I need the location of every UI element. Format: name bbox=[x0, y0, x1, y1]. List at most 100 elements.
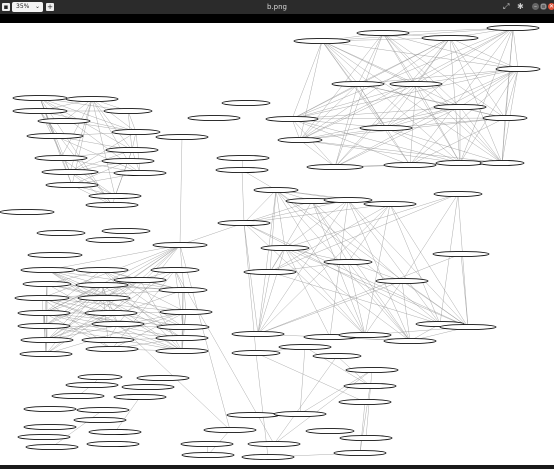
graph-edge bbox=[321, 40, 503, 164]
graph-node bbox=[155, 334, 209, 342]
graph-edge bbox=[255, 352, 366, 403]
graph-node bbox=[363, 200, 417, 208]
graph-node bbox=[17, 433, 71, 441]
zoom-select[interactable]: 35% ⌄ bbox=[12, 2, 43, 12]
network-graph-image bbox=[0, 24, 541, 461]
graph-node bbox=[85, 236, 135, 244]
graph-node bbox=[150, 266, 200, 274]
graph-node bbox=[113, 276, 167, 284]
graph-node bbox=[121, 383, 175, 391]
graph-edge bbox=[357, 32, 384, 85]
graph-edge bbox=[299, 139, 336, 168]
graph-edge bbox=[311, 200, 411, 342]
graph-edge bbox=[43, 284, 103, 327]
graph-edge bbox=[304, 346, 371, 387]
graph-node bbox=[51, 392, 105, 400]
graph-node bbox=[338, 331, 392, 339]
graph-edge bbox=[311, 200, 403, 282]
image-menu-icon[interactable]: ▪ bbox=[2, 3, 10, 11]
graph-node bbox=[273, 410, 327, 418]
graph-edge bbox=[347, 203, 391, 263]
graph-edge bbox=[257, 271, 271, 335]
graph-node bbox=[36, 229, 86, 237]
graph-node bbox=[181, 451, 235, 459]
graph-edge bbox=[60, 98, 93, 159]
graph-node bbox=[91, 320, 145, 328]
graph-edge bbox=[243, 189, 277, 224]
graph-edge bbox=[139, 244, 181, 281]
graph-node bbox=[77, 373, 123, 381]
graph-node bbox=[155, 347, 209, 355]
graph-node bbox=[155, 133, 209, 141]
graph-node bbox=[19, 350, 73, 358]
graph-node bbox=[221, 99, 271, 107]
graph-node bbox=[159, 308, 213, 316]
graph-edge bbox=[501, 117, 506, 164]
graph-node bbox=[26, 132, 84, 140]
graph-edge bbox=[512, 27, 519, 70]
graph-node bbox=[65, 381, 119, 389]
graph-node bbox=[375, 277, 429, 285]
graph-node bbox=[356, 29, 410, 37]
graph-node bbox=[265, 115, 319, 123]
graph-node bbox=[331, 80, 385, 88]
graph-node bbox=[0, 208, 55, 216]
graph-edge bbox=[257, 199, 349, 335]
graph-edge bbox=[299, 40, 323, 141]
graph-node bbox=[231, 330, 285, 338]
gear-icon[interactable]: ✱ bbox=[517, 2, 524, 12]
window-title: b.png bbox=[267, 3, 287, 11]
graph-node bbox=[23, 423, 77, 431]
graph-node bbox=[113, 393, 167, 401]
minimize-icon[interactable]: – bbox=[532, 3, 539, 10]
graph-node bbox=[85, 201, 139, 209]
maximize-icon[interactable]: ▢ bbox=[540, 3, 547, 10]
graph-edge bbox=[114, 396, 141, 433]
image-viewer-window: b.png ▪ 35% ⌄ + ⤢ ✱ – ▢ ✕ bbox=[0, 0, 554, 469]
graph-node bbox=[37, 117, 91, 125]
graph-node bbox=[136, 374, 190, 382]
graph-node bbox=[435, 159, 485, 167]
graph-node bbox=[253, 186, 299, 194]
graph-node bbox=[247, 440, 301, 448]
close-icon[interactable]: ✕ bbox=[548, 3, 554, 10]
graph-node bbox=[343, 382, 397, 390]
toolbar-strip bbox=[0, 14, 554, 23]
graph-node bbox=[323, 258, 373, 266]
graph-edge bbox=[174, 269, 184, 328]
graph-edge bbox=[357, 83, 411, 166]
graph-edge bbox=[449, 37, 503, 164]
graph-node bbox=[241, 453, 295, 461]
graph-node bbox=[12, 107, 68, 115]
image-canvas[interactable] bbox=[0, 23, 554, 465]
graph-node bbox=[421, 34, 479, 42]
graph-edge bbox=[275, 189, 469, 328]
graph-edge bbox=[39, 97, 137, 133]
graph-edge bbox=[241, 169, 245, 224]
graph-node bbox=[439, 323, 497, 331]
graph-node bbox=[180, 440, 234, 448]
graph-node bbox=[77, 294, 131, 302]
graph-edge bbox=[284, 247, 331, 338]
graph-node bbox=[383, 161, 437, 169]
add-tab-icon[interactable]: + bbox=[46, 3, 54, 11]
graph-edge bbox=[243, 222, 259, 335]
graph-node bbox=[73, 416, 127, 424]
graph-edge bbox=[275, 189, 441, 325]
graph-node bbox=[20, 266, 76, 274]
chevron-down-icon: ⌄ bbox=[34, 3, 40, 10]
fullscreen-icon[interactable]: ⤢ bbox=[503, 2, 509, 12]
graph-edge bbox=[389, 203, 441, 325]
graph-node bbox=[479, 159, 525, 167]
graph-edge bbox=[359, 401, 366, 454]
status-strip bbox=[0, 465, 554, 469]
graph-node bbox=[389, 80, 443, 88]
graph-node bbox=[482, 114, 528, 122]
graph-edge bbox=[460, 253, 469, 328]
graph-node bbox=[86, 440, 140, 448]
graph-edge bbox=[359, 385, 371, 454]
graph-node bbox=[216, 154, 270, 162]
graph-node bbox=[45, 181, 99, 189]
graph-node bbox=[215, 166, 269, 174]
graph-node bbox=[338, 398, 392, 406]
